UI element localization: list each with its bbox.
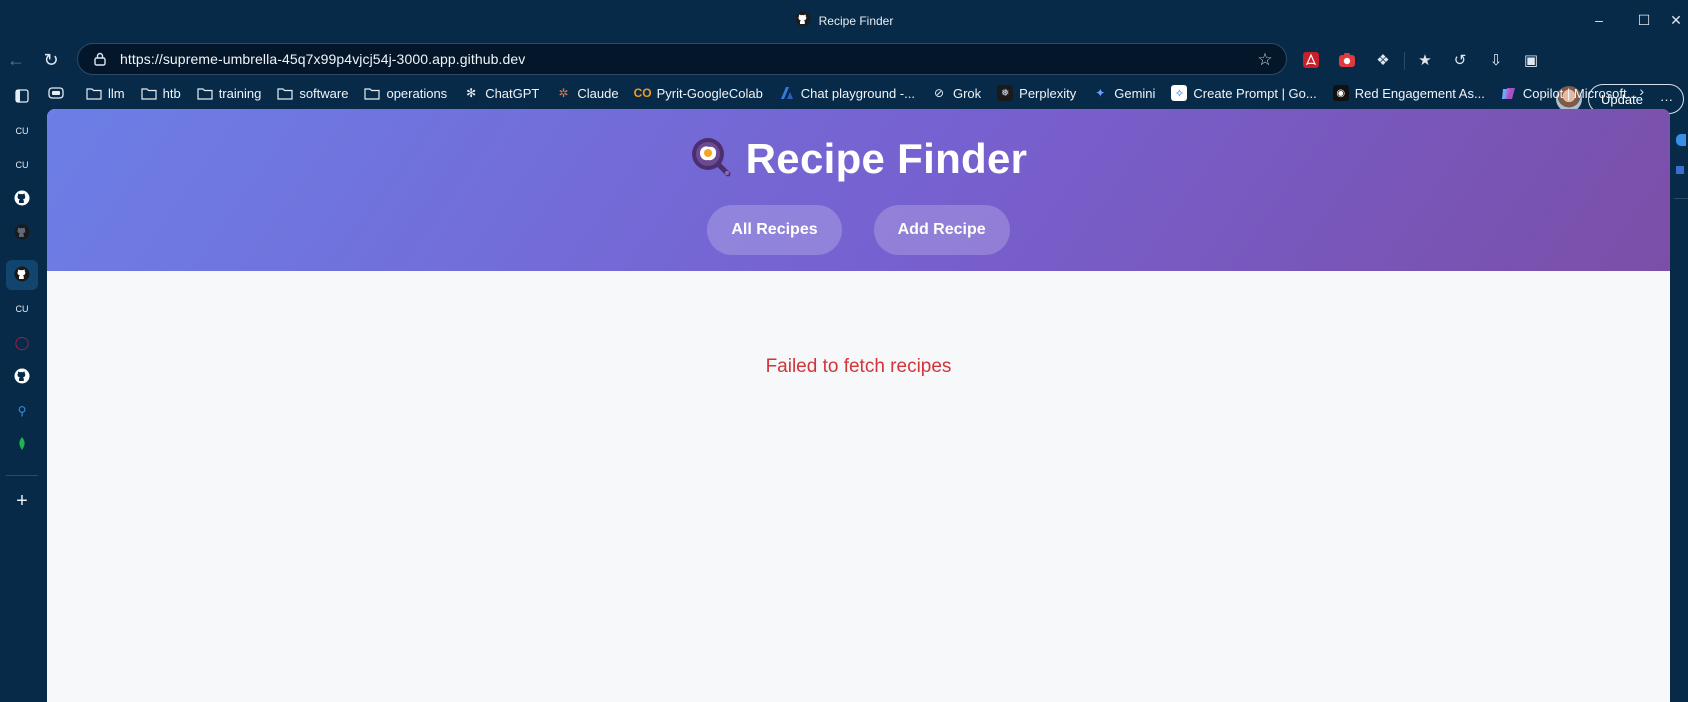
claude-icon: ✲	[558, 86, 569, 100]
gemini-icon: ✦	[1095, 86, 1106, 100]
sidebar-tab-github[interactable]	[6, 184, 38, 214]
maximize-button[interactable]: ☐	[1629, 7, 1659, 33]
window-title-text: Recipe Finder	[818, 13, 894, 28]
sidebar-divider	[1674, 198, 1688, 199]
bookmark-folder-training[interactable]: training	[197, 85, 261, 101]
sidebar-tab-search[interactable]: ⚲	[6, 396, 38, 426]
copilot-sidebar-icon[interactable]	[1676, 134, 1686, 146]
bookmark-pyrit-colab[interactable]: CO Pyrit-GoogleColab	[633, 85, 763, 101]
github-icon	[14, 266, 30, 285]
bookmark-gemini[interactable]: ✦ Gemini	[1092, 85, 1155, 101]
app-header: Recipe Finder All Recipes Add Recipe	[47, 109, 1670, 271]
search-icon: ⚲	[17, 404, 27, 418]
sidebar-tab-cu[interactable]: CU	[6, 116, 38, 146]
folder-icon	[277, 85, 293, 101]
bookmark-red-engagement[interactable]: ◉ Red Engagement As...	[1332, 85, 1485, 101]
sidebar-tab-github-active[interactable]	[6, 260, 38, 290]
github-icon	[14, 368, 30, 387]
azure-icon	[779, 85, 795, 101]
red-circle-icon: ◯	[14, 335, 30, 350]
window-title-bar: Recipe Finder – ☐ ✕	[0, 0, 1688, 40]
bookmark-claude[interactable]: ✲ Claude	[555, 85, 618, 101]
mongodb-leaf-icon	[17, 436, 27, 454]
sidebar-tab-cu[interactable]: CU	[6, 150, 38, 180]
folder-icon	[141, 85, 157, 101]
sidebar-tab-red[interactable]: ◯	[6, 328, 38, 358]
favorites-icon[interactable]: ★	[1412, 47, 1438, 73]
folder-icon	[86, 85, 102, 101]
sidebar-tab-github[interactable]	[6, 218, 38, 248]
extensions-icon[interactable]: ❖	[1370, 47, 1396, 73]
refresh-icon: ↻	[43, 49, 59, 70]
sidebar-tab-github[interactable]	[6, 362, 38, 392]
github-icon	[14, 224, 30, 243]
toolbar-divider	[1404, 52, 1405, 70]
sidebar-tab-mongodb[interactable]	[6, 430, 38, 460]
sidebar-tab-cu[interactable]: CU	[6, 294, 38, 324]
all-recipes-button[interactable]: All Recipes	[707, 205, 842, 255]
close-button[interactable]: ✕	[1664, 7, 1688, 33]
camera-icon[interactable]	[1334, 47, 1360, 73]
app-title: Recipe Finder	[745, 135, 1028, 182]
window-title: Recipe Finder	[0, 11, 1688, 30]
github-icon	[795, 11, 811, 30]
bookmark-folder-llm[interactable]: llm	[86, 85, 125, 101]
browser-toolbar: ← ↻ https://supreme-umbrella-45q7x99p4vj…	[0, 40, 1688, 114]
bookmark-perplexity[interactable]: ❅ Perplexity	[997, 85, 1076, 101]
app-nav: All Recipes Add Recipe	[47, 205, 1670, 255]
bookmark-chatgpt[interactable]: ✻ ChatGPT	[463, 85, 539, 101]
add-recipe-button[interactable]: Add Recipe	[873, 205, 1010, 255]
github-icon	[14, 190, 30, 209]
lock-icon	[90, 49, 110, 69]
refresh-button[interactable]: ↻	[38, 47, 64, 73]
vertical-sidebar: CU CU CU ◯ ⚲ +	[0, 80, 44, 702]
folder-icon	[197, 85, 213, 101]
tabs-icon	[15, 88, 29, 106]
cu-icon: CU	[15, 126, 29, 136]
prompt-icon: ✧	[1171, 85, 1188, 101]
screenshot-icon[interactable]: ▣	[1518, 47, 1544, 73]
copilot-icon	[1501, 85, 1517, 101]
sidebar-divider	[6, 475, 38, 476]
error-message: Failed to fetch recipes	[765, 356, 952, 377]
red-engagement-icon: ◉	[1332, 85, 1349, 101]
bookmarks-bar: llm htb training software operations ✻ C…	[48, 80, 1688, 106]
download-icon[interactable]: ⇩	[1483, 47, 1509, 73]
bookmark-item[interactable]	[48, 85, 70, 101]
grok-icon: ⊘	[933, 86, 945, 100]
favorite-star-icon[interactable]: ☆	[1254, 49, 1276, 71]
perplexity-icon: ❅	[997, 85, 1014, 101]
bookmark-chat-playground[interactable]: Chat playground -...	[779, 85, 915, 101]
frying-pan-egg-icon	[690, 136, 732, 183]
pdf-icon[interactable]	[1298, 47, 1324, 73]
cu-icon: CU	[15, 160, 29, 170]
bookmark-folder-software[interactable]: software	[277, 85, 348, 101]
app-brand: Recipe Finder	[47, 135, 1670, 183]
plus-icon: +	[16, 489, 28, 512]
bookmark-folder-operations[interactable]: operations	[364, 85, 447, 101]
chevron-right-icon[interactable]: ›	[1639, 83, 1644, 99]
bookmark-folder-htb[interactable]: htb	[141, 85, 181, 101]
history-icon[interactable]: ↺	[1447, 47, 1473, 73]
address-bar[interactable]: https://supreme-umbrella-45q7x99p4vjcj54…	[77, 43, 1287, 75]
back-button[interactable]: ←	[3, 47, 29, 73]
add-tab-button[interactable]: +	[6, 486, 38, 516]
bookmark-copilot[interactable]: Copilot | Microsoft...	[1501, 85, 1637, 101]
sidebar-app-icon[interactable]	[1676, 166, 1684, 174]
bookmark-grok[interactable]: ⊘ Grok	[931, 85, 981, 101]
media-icon	[48, 85, 64, 101]
url-text: https://supreme-umbrella-45q7x99p4vjcj54…	[120, 51, 526, 67]
web-page: Recipe Finder All Recipes Add Recipe Fai…	[47, 109, 1670, 702]
cu-icon: CU	[15, 304, 29, 314]
minimize-button[interactable]: –	[1584, 7, 1614, 33]
tab-actions-button[interactable]	[6, 82, 38, 112]
bookmark-create-prompt[interactable]: ✧ Create Prompt | Go...	[1171, 85, 1317, 101]
chatgpt-icon: ✻	[466, 86, 477, 100]
right-sidebar-edge	[1670, 106, 1688, 702]
folder-icon	[364, 85, 381, 101]
colab-icon: CO	[633, 86, 652, 100]
